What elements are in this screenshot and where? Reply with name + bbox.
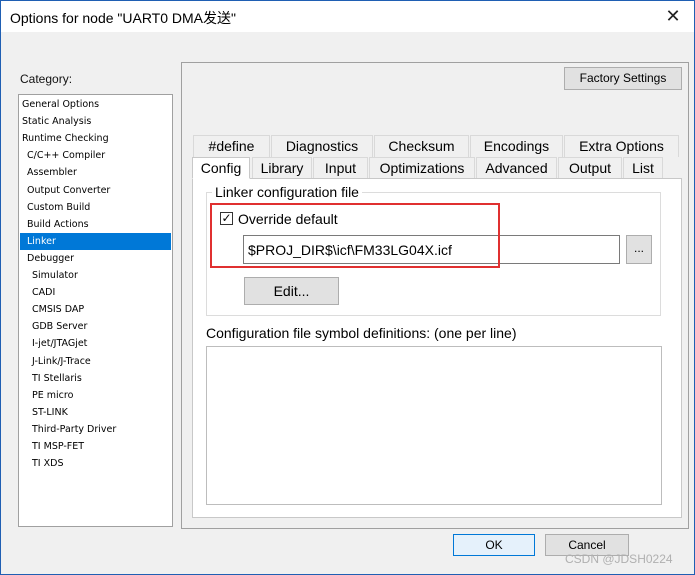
category-item-static-analysis[interactable]: Static Analysis (20, 113, 171, 130)
category-item-c-c-compiler[interactable]: C/C++ Compiler (20, 147, 171, 164)
tab-extra-options[interactable]: Extra Options (564, 135, 679, 157)
category-item-j-link-j-trace[interactable]: J-Link/J-Trace (20, 353, 171, 370)
tab-library[interactable]: Library (252, 157, 312, 179)
category-item-third-party-driver[interactable]: Third-Party Driver (20, 421, 171, 438)
tab-output[interactable]: Output (558, 157, 622, 179)
category-item-gdb-server[interactable]: GDB Server (20, 318, 171, 335)
tab-checksum[interactable]: Checksum (374, 135, 469, 157)
symbol-definitions-label: Configuration file symbol definitions: (… (206, 325, 517, 341)
category-item-runtime-checking[interactable]: Runtime Checking (20, 130, 171, 147)
tab-advanced[interactable]: Advanced (476, 157, 557, 179)
config-file-path-input[interactable] (243, 235, 620, 264)
tab-define[interactable]: #define (193, 135, 270, 157)
edit-button[interactable]: Edit... (244, 277, 339, 305)
category-item-pe-micro[interactable]: PE micro (20, 387, 171, 404)
category-label: Category: (20, 72, 73, 86)
watermark: CSDN @JDSH0224 (565, 552, 673, 566)
override-default-label: Override default (238, 211, 338, 227)
category-item-custom-build[interactable]: Custom Build (20, 199, 171, 216)
window-title: Options for node "UART0 DMA发送" (10, 10, 236, 26)
category-item-st-link[interactable]: ST-LINK (20, 404, 171, 421)
tab-input[interactable]: Input (313, 157, 368, 179)
category-item-debugger[interactable]: Debugger (20, 250, 171, 267)
category-item-output-converter[interactable]: Output Converter (20, 182, 171, 199)
tab-diagnostics[interactable]: Diagnostics (271, 135, 373, 157)
category-item-general-options[interactable]: General Options (20, 96, 171, 113)
category-item-simulator[interactable]: Simulator (20, 267, 171, 284)
factory-settings-button[interactable]: Factory Settings (564, 67, 682, 90)
close-icon[interactable]: ✕ (660, 4, 686, 28)
symbol-definitions-textarea[interactable] (206, 346, 662, 505)
tab-config[interactable]: Config (192, 157, 250, 179)
tab-encodings[interactable]: Encodings (470, 135, 563, 157)
category-item-cadi[interactable]: CADI (20, 284, 171, 301)
category-item-ti-xds[interactable]: TI XDS (20, 455, 171, 472)
tab-optimizations[interactable]: Optimizations (369, 157, 475, 179)
group-title: Linker configuration file (212, 184, 362, 200)
category-item-linker[interactable]: Linker (20, 232, 171, 250)
title-bar: Options for node "UART0 DMA发送" ✕ (1, 1, 694, 32)
ok-button[interactable]: OK (453, 534, 535, 556)
category-item-ti-msp-fet[interactable]: TI MSP-FET (20, 438, 171, 455)
browse-button[interactable]: ... (626, 235, 652, 264)
override-default-checkbox[interactable]: ✓ (220, 212, 233, 225)
category-list[interactable]: General Options Static Analysis Runtime Ch… (18, 94, 173, 527)
category-item-assembler[interactable]: Assembler (20, 164, 171, 181)
category-item-ti-stellaris[interactable]: TI Stellaris (20, 370, 171, 387)
category-item-cmsis-dap[interactable]: CMSIS DAP (20, 301, 171, 318)
category-item-i-jet-jtagjet[interactable]: I-jet/JTAGjet (20, 335, 171, 352)
category-item-build-actions[interactable]: Build Actions (20, 216, 171, 233)
tab-list[interactable]: List (623, 157, 663, 179)
